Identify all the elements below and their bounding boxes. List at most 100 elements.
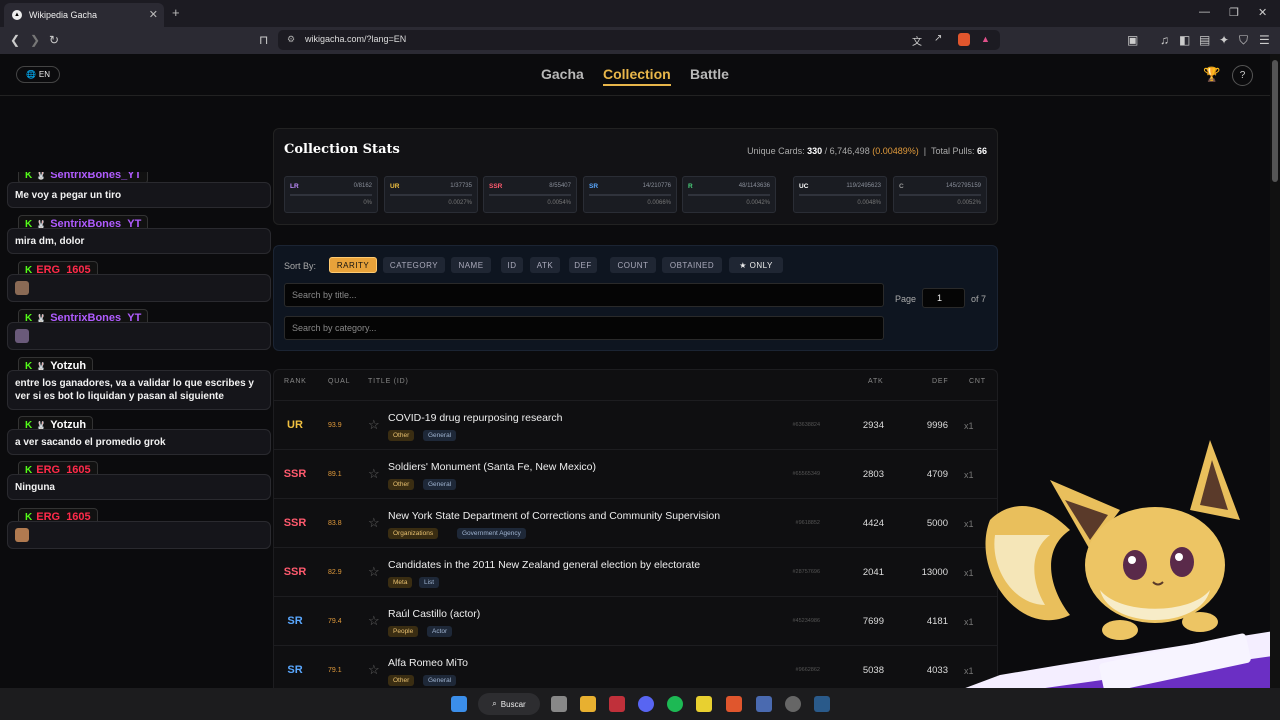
- category-tag[interactable]: Government Agency: [457, 528, 526, 539]
- sort-name-button[interactable]: NAME: [451, 257, 491, 273]
- discord-icon[interactable]: [638, 696, 654, 712]
- sort-obtained-button[interactable]: OBTAINED: [662, 257, 722, 273]
- category-tag[interactable]: Other: [388, 675, 415, 686]
- obs-icon[interactable]: [785, 696, 801, 712]
- rarity-progress-bar: [688, 194, 770, 196]
- category-tag[interactable]: Actor: [427, 626, 453, 637]
- favorite-star-icon[interactable]: ☆: [368, 564, 380, 580]
- url-text[interactable]: wikigacha.com/?lang=EN: [305, 34, 406, 44]
- nav-battle[interactable]: Battle: [690, 66, 729, 82]
- browser-tab[interactable]: ▲ Wikipedia Gacha ✕: [4, 3, 164, 27]
- category-tag[interactable]: General: [423, 430, 457, 441]
- steam-icon[interactable]: [814, 696, 830, 712]
- help-button[interactable]: ?: [1232, 65, 1253, 86]
- table-row[interactable]: SSR 83.8 ☆ New York State Department of Cor…: [274, 498, 997, 547]
- category-tag[interactable]: General: [423, 675, 457, 686]
- brave-rewards-icon[interactable]: ▲: [981, 34, 990, 44]
- media-icon[interactable]: ♫: [1160, 33, 1169, 47]
- col-atk[interactable]: ATK: [868, 378, 884, 385]
- scrollbar-thumb[interactable]: [1272, 60, 1278, 182]
- sort-category-button[interactable]: CATEGORY: [383, 257, 445, 273]
- windows-start-icon[interactable]: [451, 696, 467, 712]
- sort-only-button[interactable]: ★ ONLY: [729, 257, 783, 273]
- page-input[interactable]: 1: [922, 288, 965, 308]
- table-row[interactable]: UR 93.9 ☆ COVID-19 drug repurposing researc…: [274, 400, 997, 449]
- favorite-star-icon[interactable]: ☆: [368, 466, 380, 482]
- category-tag[interactable]: General: [423, 479, 457, 490]
- card-title[interactable]: Candidates in the 2011 New Zealand gener…: [388, 559, 700, 571]
- sort-count-button[interactable]: COUNT: [610, 257, 656, 273]
- table-row[interactable]: SSR 89.1 ☆ Soldiers' Monument (Santa Fe, Ne…: [274, 449, 997, 498]
- favorite-star-icon[interactable]: ☆: [368, 417, 380, 433]
- site-info-icon[interactable]: ⚙: [287, 34, 295, 45]
- reload-icon[interactable]: ↻: [49, 33, 59, 47]
- vpn-icon[interactable]: ⛉: [1239, 33, 1248, 48]
- file-explorer-icon[interactable]: [580, 696, 596, 712]
- notes-icon[interactable]: [696, 696, 712, 712]
- category-search-input[interactable]: Search by category...: [284, 316, 884, 340]
- favorite-star-icon[interactable]: ☆: [368, 662, 380, 678]
- col-def[interactable]: DEF: [932, 378, 948, 385]
- sort-id-button[interactable]: ID: [501, 257, 523, 273]
- leo-ai-icon[interactable]: ✦: [1219, 33, 1229, 47]
- title-search-input[interactable]: Search by title...: [284, 283, 884, 307]
- sidebar-panel-icon[interactable]: ▣: [1127, 33, 1138, 47]
- chat-message: [7, 521, 271, 549]
- table-row[interactable]: SR 79.1 ☆ Alfa Romeo MiTo Other General #96628…: [274, 645, 997, 688]
- sort-atk-button[interactable]: ATK: [530, 257, 560, 273]
- rarity-count: 145/2795159: [945, 183, 981, 189]
- page-scrollbar[interactable]: [1270, 54, 1280, 688]
- card-title[interactable]: Raúl Castillo (actor): [388, 608, 480, 620]
- menu-icon[interactable]: ☰: [1259, 33, 1270, 47]
- brave-shields-icon[interactable]: [958, 33, 970, 46]
- col-title[interactable]: TITLE (ID): [368, 378, 409, 385]
- maximize-icon[interactable]: ❐: [1229, 6, 1239, 19]
- app-icon[interactable]: [756, 696, 772, 712]
- sort-rarity-button[interactable]: RARITY: [329, 257, 377, 273]
- nav-collection[interactable]: Collection: [603, 66, 671, 86]
- category-tag[interactable]: Other: [388, 430, 415, 441]
- page: 🌐 EN Gacha Collection Battle 🏆 ? K 🐰 Sentr…: [0, 54, 1270, 688]
- forward-icon[interactable]: ❯: [30, 33, 40, 47]
- close-tab-icon[interactable]: ✕: [149, 8, 158, 21]
- address-bar[interactable]: ⚙ wikigacha.com/?lang=EN 文 ↗ ▲: [278, 30, 1000, 50]
- card-title[interactable]: Soldiers' Monument (Santa Fe, New Mexico…: [388, 461, 596, 473]
- translate-icon[interactable]: 文: [912, 33, 922, 48]
- rank-label: SR: [287, 664, 303, 676]
- tab-title: Wikipedia Gacha: [29, 10, 98, 20]
- spotify-icon[interactable]: [667, 696, 683, 712]
- category-tag[interactable]: Meta: [388, 577, 413, 588]
- col-cnt[interactable]: CNT: [969, 378, 986, 385]
- wallet-icon[interactable]: ▤: [1199, 33, 1210, 47]
- task-view-icon[interactable]: [551, 696, 567, 712]
- minimize-icon[interactable]: —: [1199, 6, 1210, 18]
- favorite-star-icon[interactable]: ☆: [368, 613, 380, 629]
- card-title[interactable]: New York State Department of Corrections…: [388, 510, 720, 522]
- sidebar-icon[interactable]: ◧: [1179, 33, 1190, 47]
- category-tag[interactable]: People: [388, 626, 419, 637]
- nav-gacha[interactable]: Gacha: [541, 66, 584, 82]
- category-tag[interactable]: List: [419, 577, 440, 588]
- card-title[interactable]: COVID-19 drug repurposing research: [388, 412, 563, 424]
- table-row[interactable]: SSR 82.9 ☆ Candidates in the 2011 New Zeala…: [274, 547, 997, 596]
- app-icon[interactable]: [609, 696, 625, 712]
- col-qual[interactable]: QUAL: [328, 378, 350, 385]
- language-button[interactable]: 🌐 EN: [16, 66, 60, 83]
- new-tab-icon[interactable]: +: [172, 5, 180, 20]
- trophy-icon[interactable]: 🏆: [1203, 66, 1220, 83]
- bookmark-icon[interactable]: ⊓: [259, 33, 268, 47]
- back-icon[interactable]: ❮: [10, 33, 20, 47]
- taskbar-search[interactable]: ⌕ Buscar: [478, 693, 540, 715]
- col-rank[interactable]: RANK: [284, 378, 307, 385]
- category-tag[interactable]: Organizations: [388, 528, 439, 539]
- brave-icon[interactable]: [726, 696, 742, 712]
- atk-value: 4424: [862, 518, 884, 529]
- share-icon[interactable]: ↗: [934, 33, 942, 44]
- category-tag[interactable]: Other: [388, 479, 415, 490]
- close-window-icon[interactable]: ✕: [1258, 6, 1267, 19]
- card-title[interactable]: Alfa Romeo MiTo: [388, 657, 468, 669]
- chat-message: [7, 322, 271, 350]
- table-row[interactable]: SR 79.4 ☆ Raúl Castillo (actor) People Actor #…: [274, 596, 997, 645]
- favorite-star-icon[interactable]: ☆: [368, 515, 380, 531]
- sort-def-button[interactable]: DEF: [569, 257, 597, 273]
